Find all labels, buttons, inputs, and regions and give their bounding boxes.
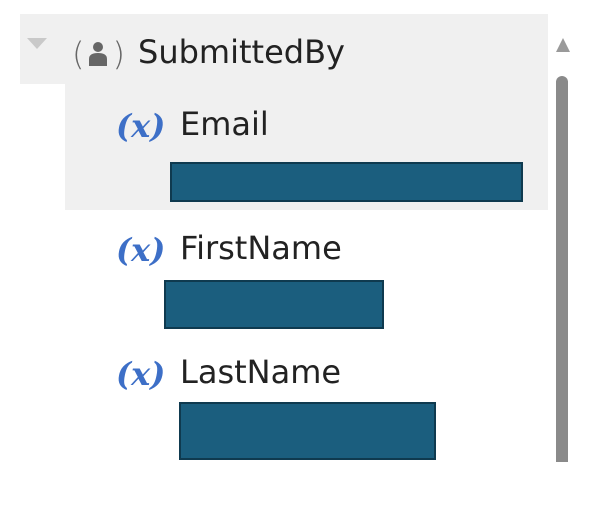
variable-icon: (x) xyxy=(116,107,166,145)
tree-parent-label: SubmittedBy xyxy=(138,33,345,71)
variable-icon: (x) xyxy=(116,231,166,269)
field-value-email xyxy=(170,162,523,202)
field-value-firstname xyxy=(164,280,384,329)
person-object-icon: ( ) xyxy=(72,35,125,73)
field-label-firstname: FirstName xyxy=(180,229,342,267)
field-label-email: Email xyxy=(180,105,269,143)
collapse-arrow-icon[interactable] xyxy=(27,38,47,49)
field-value-lastname xyxy=(179,402,436,460)
field-label-lastname: LastName xyxy=(180,353,342,391)
variable-icon: (x) xyxy=(116,355,166,393)
vertical-scrollbar[interactable] xyxy=(556,76,568,462)
scroll-up-arrow-icon[interactable] xyxy=(556,38,570,52)
data-tree-panel: ( ) SubmittedBy (x) Email (x) FirstName … xyxy=(0,0,600,527)
